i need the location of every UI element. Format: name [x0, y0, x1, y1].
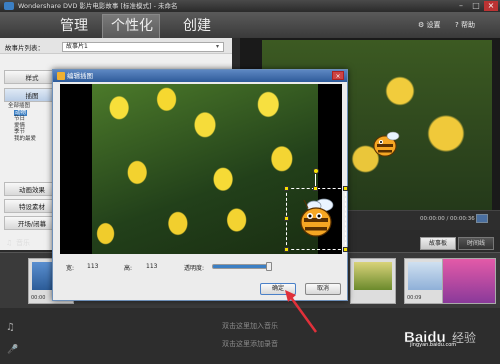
clipart-category-tree: 全部插图 动物 节日 爱情 季节 我的最爱 [8, 103, 36, 142]
dialog-app-icon [57, 72, 65, 80]
bee-clipart[interactable] [292, 196, 338, 240]
width-value[interactable]: 113 [87, 263, 98, 270]
gear-icon: ⚙ [418, 21, 427, 29]
height-value[interactable]: 113 [146, 263, 157, 270]
resize-handle[interactable] [313, 186, 318, 191]
minimize-button[interactable]: – [454, 1, 468, 11]
resize-handle[interactable] [284, 216, 289, 221]
maximize-button[interactable]: □ [469, 1, 483, 11]
annotation-arrow [285, 290, 318, 333]
tree-item-selected[interactable]: 动物 [14, 109, 28, 116]
dialog-title: 编辑插图 [53, 70, 347, 82]
tab-timeline[interactable]: 时间线 [458, 237, 494, 250]
tab-manage[interactable]: 管理 [48, 15, 100, 37]
storyboard-thumb[interactable] [442, 258, 496, 304]
music-note-icon: ♫ [6, 239, 13, 247]
tulip-photo [92, 84, 318, 254]
chevron-down-icon[interactable]: ▾ [216, 43, 223, 51]
timecode: 00:00:00 / 00:00:36 [420, 216, 475, 222]
opacity-slider[interactable] [212, 264, 272, 269]
storyboard-thumb[interactable] [350, 258, 396, 304]
bee-clipart-preview [373, 131, 400, 157]
rotate-handle[interactable] [313, 168, 319, 174]
tab-create[interactable]: 创建 [172, 15, 222, 37]
height-label: 高: [124, 265, 133, 272]
thumb-time: 00:09 [407, 295, 422, 301]
story-list-label: 故事片列表： [5, 44, 44, 52]
opacity-slider-thumb[interactable] [266, 262, 272, 271]
story-select[interactable]: 故事片1 [62, 42, 224, 52]
opacity-label: 透明度: [184, 265, 205, 272]
width-label: 宽: [66, 265, 75, 272]
settings-button[interactable]: ⚙ 设置 [418, 19, 441, 31]
dialog-close-button[interactable]: × [332, 71, 344, 80]
resize-handle[interactable] [284, 247, 289, 252]
tree-item[interactable]: 我的最爱 [8, 136, 36, 143]
resize-handle[interactable] [343, 186, 348, 191]
thumb-time: 00:00 [31, 295, 46, 301]
baidu-watermark: Baidu 经验 [404, 329, 476, 346]
watermark-url: jingyan.baidu.com [410, 342, 457, 348]
fullscreen-button[interactable] [476, 214, 488, 223]
app-icon [4, 2, 14, 10]
resize-handle[interactable] [284, 186, 289, 191]
resize-handle[interactable] [343, 247, 348, 252]
close-window-button[interactable]: × [484, 1, 498, 11]
window-title: Wondershare DVD 影片电影故事 [标准模式] - 未命名 [0, 0, 500, 12]
tab-personalize[interactable]: 个性化 [104, 15, 160, 37]
tab-storyboard[interactable]: 故事板 [420, 237, 456, 250]
help-button[interactable]: ? 帮助 [455, 19, 475, 31]
